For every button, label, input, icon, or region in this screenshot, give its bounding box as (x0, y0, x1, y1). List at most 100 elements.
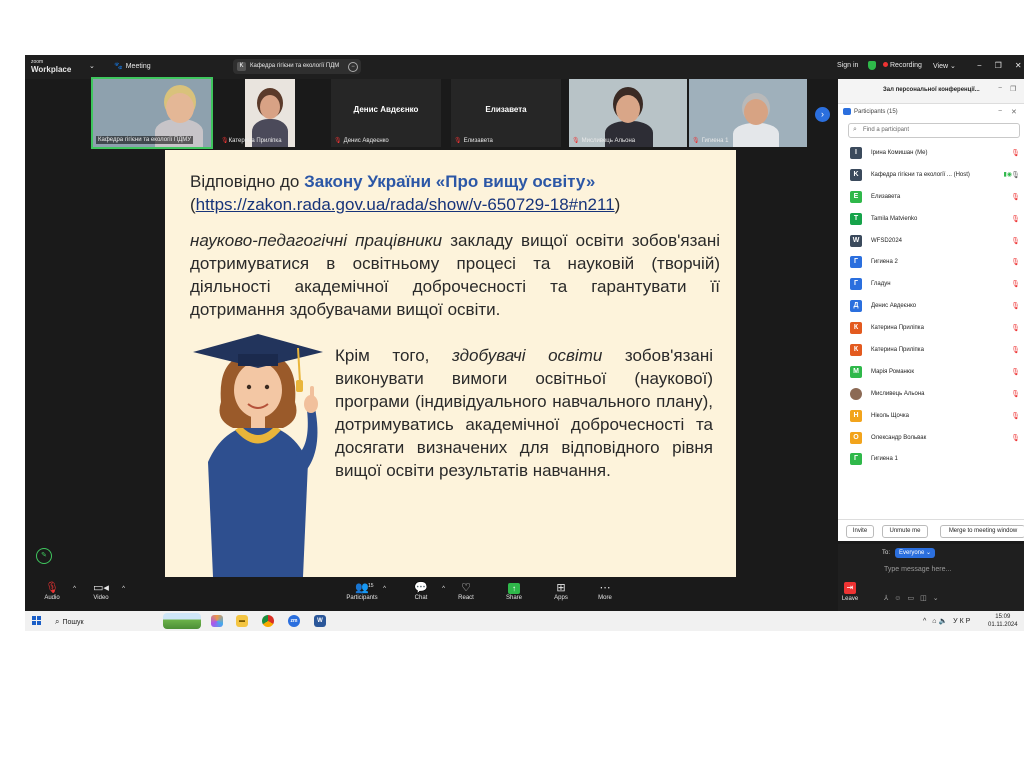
video-tile[interactable]: Денис Авдєєнко 🎙 Денис Авдеєнко (331, 79, 441, 147)
language-indicator[interactable]: УКР (953, 618, 972, 625)
list-item[interactable]: T Tamila Matvienko 🎙 (838, 208, 1024, 230)
chevron-up-icon[interactable]: ^ (122, 586, 125, 592)
list-item[interactable]: K Кафедра гігієни та екології ... (Host) ▮… (838, 164, 1024, 186)
list-item[interactable]: Г Гигиена 1 (838, 448, 1024, 470)
list-item[interactable]: М Марія Романюк 🎙 (838, 361, 1024, 383)
video-tile[interactable]: Елизавета 🎙 Елизавета (451, 79, 561, 147)
volume-icon[interactable]: 🔈 (938, 618, 949, 625)
chevron-up-icon[interactable]: ^ (923, 618, 928, 625)
zoom-app-icon[interactable]: zm (288, 615, 300, 627)
slide-url-link[interactable]: https://zakon.rada.gov.ua/rada/show/v-65… (196, 195, 615, 214)
chat-button[interactable]: 💬 Chat ^ (401, 582, 445, 601)
chevron-up-icon[interactable]: ^ (383, 586, 386, 592)
restore-icon[interactable]: ❐ (995, 61, 1015, 70)
recording-indicator[interactable]: Recording (883, 62, 922, 69)
window-controls[interactable]: −❐✕ (977, 61, 1024, 70)
mic-muted-icon[interactable]: 🎙 (1011, 390, 1020, 398)
video-tile-name: 🎙 Денис Авдеєнко (334, 138, 389, 144)
screenshot-icon[interactable]: ◫ (920, 595, 933, 602)
apps-button[interactable]: ⊞ Apps (541, 582, 581, 601)
close-icon[interactable]: ✕ (1015, 61, 1024, 70)
video-tile[interactable]: 🎙 Мисливець Альона (569, 79, 687, 147)
mic-muted-icon[interactable]: 🎙 (1011, 324, 1020, 332)
mic-icon[interactable]: 🎙 (1011, 171, 1020, 179)
next-page-icon[interactable]: › (815, 107, 830, 122)
mic-muted-icon[interactable]: 🎙 (1011, 302, 1020, 310)
list-item[interactable]: Г Гладун 🎙 (838, 273, 1024, 295)
react-button[interactable]: ♡ React (446, 582, 486, 601)
list-item[interactable]: E Елизавета 🎙 (838, 186, 1024, 208)
collapse-icon[interactable]: − (998, 108, 1002, 115)
mic-muted-icon[interactable]: 🎙 (1011, 149, 1020, 157)
list-item[interactable]: К Катерина Приліпка 🎙 (838, 339, 1024, 361)
list-item[interactable]: Мисливець Альона 🎙 (838, 383, 1024, 405)
meeting-tab[interactable]: K Кафедра гігієни та екології ПДМ − (233, 59, 361, 74)
chevron-up-icon[interactable]: ^ (442, 586, 445, 592)
apps-grid-icon: ⊞ (556, 582, 566, 594)
video-button[interactable]: ▭◂ Video ^ (81, 582, 125, 601)
mic-muted-icon[interactable]: 🎙 (1011, 280, 1020, 288)
mic-muted-icon[interactable]: 🎙 (1011, 346, 1020, 354)
edit-icon[interactable]: ✎ (36, 548, 52, 564)
leave-button[interactable]: ⇥ Leave (833, 582, 867, 602)
participant-name: Ірина Комишан (Me) (871, 150, 928, 156)
list-item[interactable]: I Ірина Комишан (Me) 🎙 (838, 142, 1024, 164)
more-button[interactable]: ⋯ More (585, 582, 625, 601)
mic-muted-icon[interactable]: 🎙 (1011, 434, 1020, 442)
format-icon[interactable]: ⅄ (884, 595, 894, 602)
taskbar-widget-landscape-icon[interactable] (163, 613, 201, 629)
copilot-icon[interactable] (211, 615, 223, 627)
file-explorer-icon[interactable]: ▬ (236, 615, 248, 627)
chrome-icon[interactable] (262, 615, 274, 627)
emoji-icon[interactable]: ☺ (894, 595, 907, 602)
mic-muted-icon[interactable]: 🎙 (1011, 237, 1020, 245)
list-item[interactable]: Г Гигиена 2 🎙 (838, 251, 1024, 273)
video-label: Video (93, 595, 109, 601)
close-icon[interactable]: ✕ (1011, 108, 1017, 116)
mic-muted-icon[interactable]: 🎙 (1011, 258, 1020, 266)
list-item[interactable]: К Катерина Приліпка 🎙 (838, 317, 1024, 339)
sign-in-link[interactable]: Sign in (837, 62, 858, 69)
list-item[interactable]: О Олександр Вольвак 🎙 (838, 427, 1024, 449)
invite-button[interactable]: Invite (846, 525, 874, 538)
share-button[interactable]: ↑ Share (494, 582, 534, 601)
participant-search-input[interactable]: ⌕ Find a participant (848, 123, 1020, 138)
meeting-menu[interactable]: 🐾 Meeting (111, 62, 151, 70)
minimize-panel-icon[interactable]: − (998, 85, 1002, 92)
chat-message-input[interactable]: Type message here... (884, 566, 951, 573)
file-icon[interactable]: ▭ (907, 595, 920, 602)
merge-to-meeting-button[interactable]: Merge to meeting window (940, 525, 1024, 538)
mic-muted-icon[interactable]: 🎙 (1011, 193, 1020, 201)
mic-muted-icon[interactable]: 🎙 (1011, 412, 1020, 420)
system-tray[interactable]: ^ ⌂🔈 УКР (923, 617, 972, 625)
shield-icon[interactable] (868, 61, 876, 70)
popout-icon[interactable]: ❐ (1010, 85, 1016, 93)
mic-muted-icon[interactable]: 🎙 (1011, 368, 1020, 376)
video-tile[interactable]: Кафедра гігієни та екології ПДМУ (91, 77, 213, 149)
minimize-icon[interactable]: − (977, 61, 995, 70)
list-item[interactable]: W WFSD2024 🎙 (838, 230, 1024, 252)
taskbar-clock[interactable]: 15:09 01.11.2024 (988, 613, 1018, 629)
audio-button[interactable]: 🎙 Audio ^ (32, 582, 76, 601)
panel-header: Зал персональної конференції... − ❐ (838, 79, 1024, 104)
chat-recipient-select[interactable]: Everyone ⌄ (895, 548, 936, 558)
taskbar-search[interactable]: ⌕ Пошук (55, 617, 84, 627)
windows-start-icon[interactable] (32, 616, 42, 626)
video-tile-center-name: Денис Авдєєнко (353, 105, 419, 114)
minus-circle-icon[interactable]: − (348, 62, 358, 72)
slide-url-line: (https://zakon.rada.gov.ua/rada/show/v-6… (190, 195, 621, 214)
chevron-down-icon[interactable]: ⌄ (89, 62, 95, 70)
video-tile[interactable]: 🎙 Гигиена 1 (689, 79, 807, 147)
chevron-up-icon[interactable]: ^ (73, 586, 76, 592)
participant-name: Кафедра гігієни та екології ... (Host) (871, 171, 970, 178)
list-item[interactable]: Н Ніколь Щочка 🎙 (838, 405, 1024, 427)
more-icon[interactable]: ⌄ (933, 595, 945, 602)
mic-muted-icon[interactable]: 🎙 (1011, 215, 1020, 223)
participant-face (260, 95, 280, 119)
view-menu[interactable]: View ⌄ (933, 62, 956, 70)
participants-button[interactable]: 👥 15 Participants ^ (342, 582, 386, 601)
zoom-window: zoom Workplace ⌄ 🐾 Meeting K Кафедра гігі… (25, 55, 1024, 631)
word-icon[interactable]: W (314, 615, 326, 627)
list-item[interactable]: Д Денис Авдеєнко 🎙 (838, 295, 1024, 317)
unmute-me-button[interactable]: Unmute me (882, 525, 928, 538)
